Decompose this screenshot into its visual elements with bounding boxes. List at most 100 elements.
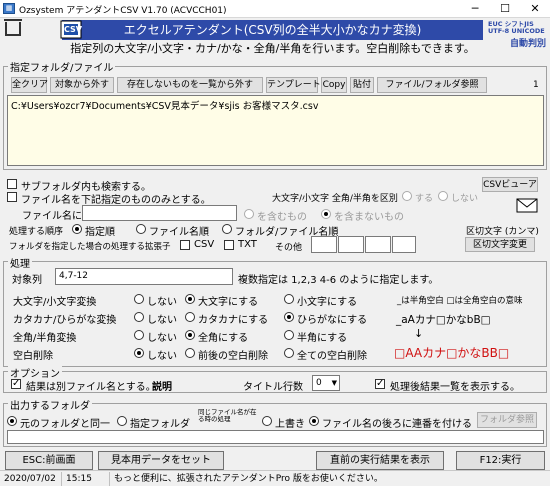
ext-other-input-3[interactable] xyxy=(365,236,391,253)
width-half-label: 半角にする xyxy=(297,333,348,344)
ext-txt-label: TXT xyxy=(238,239,257,250)
kana-katakana-radio[interactable] xyxy=(185,312,195,322)
width-full-radio[interactable] xyxy=(185,330,195,340)
folder-browse-button[interactable]: フォルダ参照 xyxy=(477,412,537,428)
clear-all-button[interactable]: 全クリア xyxy=(11,77,48,93)
envelope-icon[interactable] xyxy=(516,196,540,214)
exclude-button[interactable]: 対象から外す xyxy=(50,77,114,93)
show-list-checkbox[interactable] xyxy=(375,378,385,389)
show-list-label: 処理後結果一覧を表示する。 xyxy=(390,382,520,393)
close-button[interactable]: ✕ xyxy=(520,1,550,17)
result-file-label: 結果は別ファイル名とする。 xyxy=(26,382,156,393)
csv-logo-text: CSV xyxy=(64,25,82,34)
filename-filter-input[interactable] xyxy=(82,205,237,221)
order-folder-radio[interactable] xyxy=(222,224,232,234)
ext-csv-checkbox[interactable] xyxy=(180,240,190,250)
filename-only-label: ファイル名を下記指定のもののみとする。 xyxy=(21,195,211,206)
extension-label: フォルダを指定した場合の処理する拡張子 xyxy=(9,242,171,252)
kana-hiragana-label: ひらがなにする xyxy=(297,315,368,326)
case-upper-radio[interactable] xyxy=(185,294,195,304)
file-list-item[interactable]: C:¥Users¥ozcr7¥Documents¥CSV見本データ¥sjis お… xyxy=(11,98,318,112)
ext-csv-label: CSV xyxy=(194,239,215,250)
case-sensitive-yes-radio[interactable] xyxy=(402,191,412,201)
show-prev-result-button[interactable]: 直前の実行結果を表示 xyxy=(316,451,444,470)
example-after: □AAカナ□かなBB□ xyxy=(394,346,510,360)
target-column-input[interactable]: 4,7-12 xyxy=(55,268,233,285)
delimiter-label: 区切文字 (カンマ) xyxy=(466,227,539,237)
esc-back-button[interactable]: ESC:前画面 xyxy=(5,451,93,470)
copy-button[interactable]: Copy xyxy=(321,77,347,93)
ext-other-input-4[interactable] xyxy=(392,236,416,253)
case-lower-label: 小文字にする xyxy=(297,297,358,308)
remove-missing-button[interactable]: 存在しないものを一覧から外す xyxy=(117,77,263,93)
maximize-button[interactable]: ☐ xyxy=(490,1,520,17)
subfolder-checkbox[interactable] xyxy=(7,179,17,189)
ext-other-input-1[interactable] xyxy=(311,236,337,253)
file-list[interactable]: C:¥Users¥ozcr7¥Documents¥CSV見本データ¥sjis お… xyxy=(7,95,544,166)
same-folder-radio[interactable] xyxy=(7,416,17,426)
same-name-label: 同じファイル名が在る時の処理 xyxy=(198,408,257,423)
output-folder-input[interactable] xyxy=(7,430,544,444)
template-button[interactable]: テンプレート xyxy=(266,77,321,93)
result-file-checkbox[interactable] xyxy=(11,378,21,389)
not-contains-label: を含まないもの xyxy=(334,212,404,223)
case-none-radio[interactable] xyxy=(134,294,144,304)
specified-folder-radio[interactable] xyxy=(117,416,127,426)
order-specified-radio[interactable] xyxy=(72,224,82,234)
width-none-label: しない xyxy=(147,333,177,344)
encoding-auto-label: 自動判別 xyxy=(510,39,547,49)
case-none-label: しない xyxy=(147,297,177,308)
overwrite-radio[interactable] xyxy=(262,416,272,426)
space-none-label: しない xyxy=(147,351,177,362)
explain-link[interactable]: 説明 xyxy=(152,378,172,393)
specified-folder-label: 指定フォルダ xyxy=(130,419,190,430)
not-contains-radio[interactable] xyxy=(321,209,331,219)
browse-files-button[interactable]: ファイル/フォルダ参照 xyxy=(377,77,487,93)
csv-viewer-button[interactable]: CSVビューア xyxy=(482,177,538,192)
width-half-radio[interactable] xyxy=(284,330,294,340)
order-filename-radio[interactable] xyxy=(136,224,146,234)
space-remove-label: 空白削除 xyxy=(13,351,53,362)
window-title: Ozsystem アテンダントCSV V1.70 (ACVCCH01) xyxy=(19,6,227,16)
status-bar: 2020/07/02 15:15 もっと便利に、拡張されたアテンダントPro 版… xyxy=(0,470,550,486)
ext-other-input-2[interactable] xyxy=(338,236,364,253)
case-sensitive-yes-label: する xyxy=(415,194,434,204)
target-column-label: 対象列 xyxy=(12,275,42,286)
contains-label: を含むもの xyxy=(257,212,307,223)
ext-txt-checkbox[interactable] xyxy=(224,240,234,250)
case-sensitive-no-radio[interactable] xyxy=(438,191,448,201)
case-upper-label: 大文字にする xyxy=(198,297,259,308)
case-sensitive-label: 大文字/小文字 全角/半角を区別 xyxy=(272,194,398,204)
title-rows-select[interactable]: 0 ▼ xyxy=(312,375,340,391)
order-specified-label: 指定順 xyxy=(85,227,115,238)
delimiter-change-button[interactable]: 区切文字変更 xyxy=(465,237,535,252)
paste-button[interactable]: 貼付 xyxy=(350,77,374,93)
case-sensitive-no-label: しない xyxy=(451,194,479,204)
kana-convert-label: カタカナ/ひらがな変換 xyxy=(13,315,117,326)
space-all-radio[interactable] xyxy=(284,348,294,358)
app-banner: エクセルアテンダント(CSV列の全半大小かなカナ変換) xyxy=(62,20,483,40)
kana-katakana-label: カタカナにする xyxy=(198,315,269,326)
target-column-hint: 複数指定は 1,2,3 4-6 のように指定します。 xyxy=(238,275,439,286)
space-trim-radio[interactable] xyxy=(185,348,195,358)
minimize-button[interactable]: ─ xyxy=(460,1,490,17)
kana-hiragana-radio[interactable] xyxy=(284,312,294,322)
width-none-radio[interactable] xyxy=(134,330,144,340)
filename-only-checkbox[interactable] xyxy=(7,192,17,202)
run-button[interactable]: F12:実行 xyxy=(456,451,545,470)
book-icon-top xyxy=(4,19,22,21)
append-seq-radio[interactable] xyxy=(309,416,319,426)
case-lower-radio[interactable] xyxy=(284,294,294,304)
case-convert-label: 大文字/小文字変換 xyxy=(13,297,97,308)
title-rows-value: 0 xyxy=(316,378,322,388)
contains-radio[interactable] xyxy=(244,209,254,219)
space-none-radio[interactable] xyxy=(134,348,144,358)
kana-none-radio[interactable] xyxy=(134,312,144,322)
title-bar: ▦ Ozsystem アテンダントCSV V1.70 (ACVCCH01) ─ … xyxy=(0,0,550,18)
order-filename-label: ファイル名順 xyxy=(149,227,209,238)
book-icon[interactable] xyxy=(5,22,21,36)
encoding-info: EUC シフトJIS UTF-8 UNICODE xyxy=(488,21,548,35)
space-trim-label: 前後の空白削除 xyxy=(198,351,268,362)
filename-in-label: ファイル名に xyxy=(22,211,82,222)
set-sample-button[interactable]: 見本用データをセット xyxy=(98,451,224,470)
